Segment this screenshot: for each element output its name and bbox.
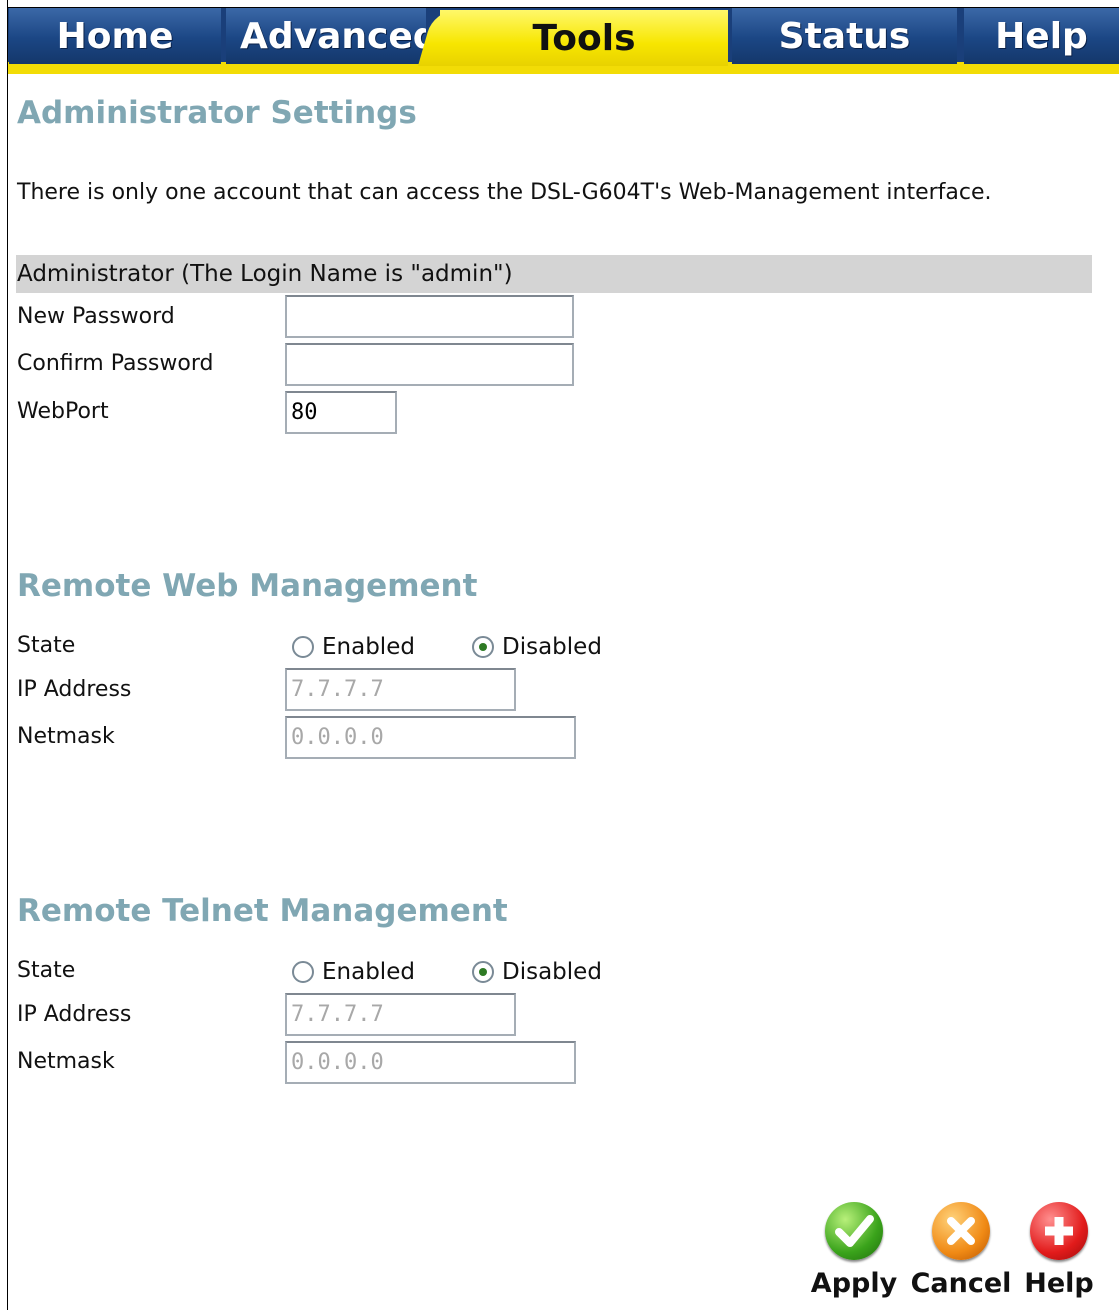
- confirm-password-label: Confirm Password: [17, 351, 214, 376]
- apply-button[interactable]: Apply: [808, 1202, 900, 1299]
- new-password-label: New Password: [17, 304, 175, 329]
- remote-telnet-disabled-radio[interactable]: Disabled: [472, 959, 602, 985]
- remote-telnet-enabled-label: Enabled: [322, 959, 415, 985]
- remote-telnet-title: Remote Telnet Management: [17, 893, 508, 929]
- remote-web-state-label: State: [17, 633, 76, 658]
- help-label: Help: [1024, 1268, 1094, 1299]
- remote-web-ip-input[interactable]: [285, 668, 516, 711]
- tab-help[interactable]: Help: [964, 8, 1119, 64]
- remote-telnet-ip-input[interactable]: [285, 993, 516, 1036]
- radio-circle-selected-icon: [472, 636, 494, 658]
- tab-status[interactable]: Status: [732, 8, 957, 64]
- radio-circle-icon: [292, 636, 314, 658]
- x-icon: [932, 1202, 990, 1260]
- new-password-input[interactable]: [285, 295, 574, 338]
- radio-circle-selected-icon: [472, 961, 494, 983]
- remote-telnet-state-label: State: [17, 958, 76, 983]
- remote-telnet-enabled-radio[interactable]: Enabled: [292, 959, 415, 985]
- remote-web-ip-label: IP Address: [17, 677, 132, 702]
- webport-label: WebPort: [17, 399, 109, 424]
- admin-description: There is only one account that can acces…: [17, 180, 992, 205]
- cancel-button[interactable]: Cancel: [910, 1202, 1012, 1299]
- checkmark-icon: [825, 1202, 883, 1260]
- page-title: Administrator Settings: [17, 95, 417, 131]
- remote-web-disabled-label: Disabled: [502, 634, 602, 660]
- remote-telnet-disabled-label: Disabled: [502, 959, 602, 985]
- remote-telnet-netmask-label: Netmask: [17, 1049, 115, 1074]
- remote-telnet-netmask-input[interactable]: [285, 1041, 576, 1084]
- remote-web-netmask-label: Netmask: [17, 724, 115, 749]
- cancel-label: Cancel: [910, 1268, 1012, 1299]
- remote-web-enabled-label: Enabled: [322, 634, 415, 660]
- webport-input[interactable]: [285, 391, 397, 434]
- tab-tools[interactable]: Tools: [440, 10, 728, 66]
- help-button[interactable]: Help: [1024, 1202, 1094, 1299]
- tab-advanced[interactable]: Advanced: [226, 8, 426, 64]
- remote-web-title: Remote Web Management: [17, 568, 478, 604]
- confirm-password-input[interactable]: [285, 343, 574, 386]
- remote-web-netmask-input[interactable]: [285, 716, 576, 759]
- remote-web-disabled-radio[interactable]: Disabled: [472, 634, 602, 660]
- admin-section-header: Administrator (The Login Name is "admin"…: [16, 255, 1092, 293]
- remote-telnet-ip-label: IP Address: [17, 1002, 132, 1027]
- tab-home[interactable]: Home: [9, 8, 221, 64]
- plus-icon: [1030, 1202, 1088, 1260]
- radio-circle-icon: [292, 961, 314, 983]
- apply-label: Apply: [810, 1268, 898, 1299]
- page-frame-left: [7, 0, 8, 1310]
- remote-web-enabled-radio[interactable]: Enabled: [292, 634, 415, 660]
